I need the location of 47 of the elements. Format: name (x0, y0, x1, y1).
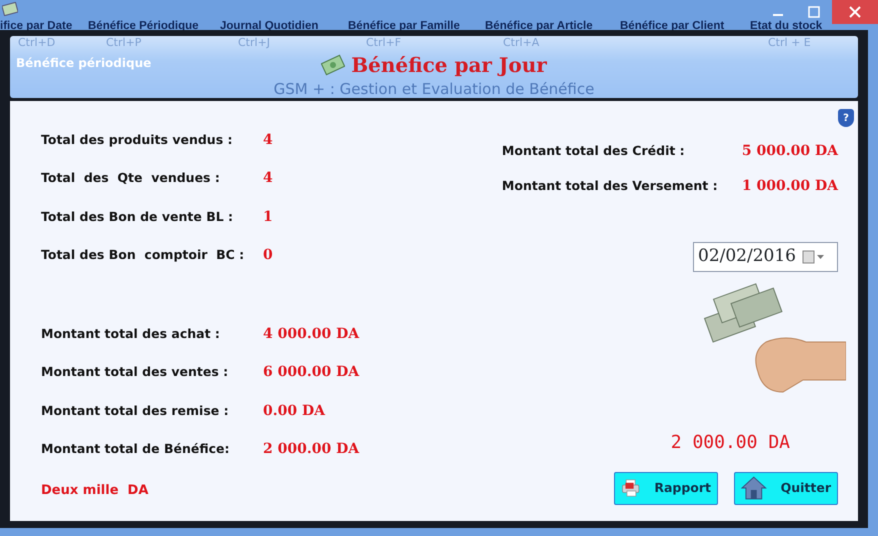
stat-label: Montant total de Bénéfice: (41, 440, 230, 458)
stat-label: Montant total des achat : (41, 324, 221, 343)
app-icon (2, 2, 18, 16)
toolbar-button[interactable]: Journal Quotidien (220, 19, 318, 33)
calendar-dropdown-icon (802, 250, 826, 264)
stat-label: Montant total des remise : (41, 402, 230, 420)
stat-value: 0.00 DA (263, 402, 325, 421)
date-field[interactable]: 02/02/2016 (693, 242, 838, 272)
shortcut-label: Ctrl+D (18, 36, 56, 49)
stat-label: Total des Bon comptoir BC : (41, 246, 246, 264)
stat-value: 6 000.00 DA (263, 363, 360, 382)
toolbar-button[interactable]: Etat du stock (750, 19, 822, 33)
stat-label: Total des Qte vendues : (41, 169, 221, 188)
background-title: GSM + : Gestion et Evaluation de Bénéfice (274, 80, 594, 98)
stat-label: Montant total des Versement : (502, 177, 719, 196)
stat-value: 0 (263, 246, 273, 266)
quit-button[interactable]: Quitter (734, 472, 838, 504)
report-button[interactable]: Rapport (614, 472, 718, 504)
stat-label: Total des Bon de vente BL : (41, 208, 234, 226)
stat-label: Montant total des Crédit : (502, 142, 686, 160)
shortcut-label: Ctrl+A (503, 36, 540, 49)
toolbar-button[interactable]: Bénéfice par Article (485, 19, 593, 33)
stat-value: 2 000.00 DA (263, 440, 360, 460)
toolbar-button[interactable]: Bénéfice par Famille (348, 19, 460, 33)
close-button[interactable] (832, 0, 878, 24)
stat-value: 4 000.00 DA (263, 324, 360, 344)
stat-value: 1 000.00 DA (742, 177, 838, 196)
shortcut-label: Ctrl+J (238, 36, 270, 49)
stat-value: 4 (263, 130, 273, 150)
dialog-title: Bénéfice par Jour (351, 52, 547, 79)
stat-value: 1 (263, 208, 273, 227)
house-icon (741, 476, 767, 500)
digital-total: 2 000.00 DA (670, 430, 790, 454)
amount-in-words: Deux mille DA (41, 482, 150, 500)
shortcut-label: Ctrl+F (366, 36, 402, 49)
maximize-icon[interactable] (808, 6, 820, 18)
stat-value: 5 000.00 DA (742, 142, 838, 161)
help-button[interactable]: ? (838, 109, 854, 127)
toolbar-button[interactable]: ifice par Date (0, 19, 72, 33)
shortcut-label: Ctrl + E (768, 36, 811, 49)
stat-value: 4 (263, 169, 273, 188)
stat-label: Montant total des ventes : (41, 363, 230, 382)
toolbar-button[interactable]: Bénéfice par Client (620, 19, 724, 33)
close-icon (849, 6, 861, 18)
stat-label: Total des produits vendus : (41, 130, 234, 149)
shortcut-label: Ctrl+P (106, 36, 142, 49)
toolbar-button[interactable]: Bénéfice Périodique (88, 19, 199, 33)
